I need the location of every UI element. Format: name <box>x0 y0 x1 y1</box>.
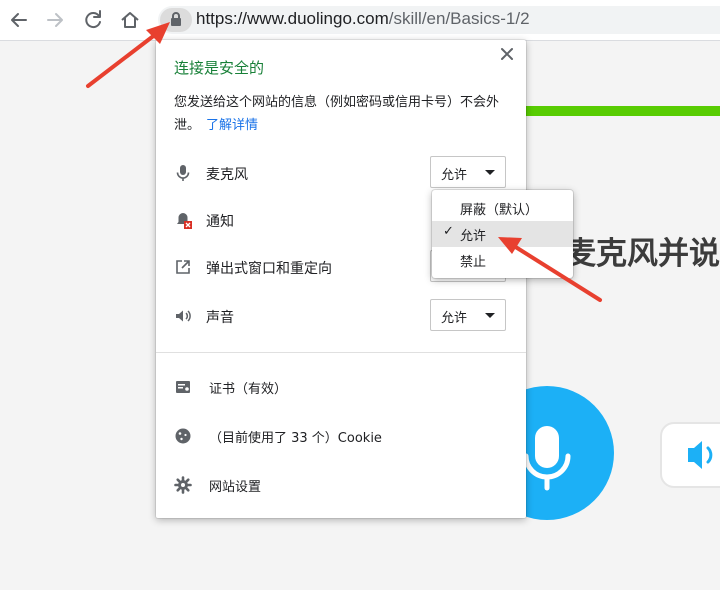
site-settings-row[interactable]: 网站设置 <box>156 467 526 503</box>
certificate-row[interactable]: 证书（有效） <box>156 369 526 405</box>
popup-icon <box>176 260 190 274</box>
url-text[interactable]: https://www.duolingo.com/skill/en/Basics… <box>196 9 530 29</box>
microphone-icon <box>176 165 190 181</box>
learn-more-link[interactable]: 了解详情 <box>206 118 258 133</box>
menu-option-deny[interactable]: 禁止 <box>432 247 573 273</box>
connection-secure-title: 连接是安全的 <box>174 59 265 77</box>
select-value: 允许 <box>441 168 468 183</box>
close-icon <box>501 48 513 60</box>
cookie-icon <box>175 428 191 444</box>
lesson-prompt: 麦克风并说 <box>565 236 720 272</box>
back-button[interactable] <box>6 7 32 33</box>
back-arrow-icon <box>11 13 27 27</box>
section-divider <box>156 352 526 353</box>
forward-button[interactable] <box>42 7 68 33</box>
menu-option-block-default[interactable]: 屏蔽（默认） <box>432 195 573 221</box>
close-button[interactable] <box>497 44 517 64</box>
permission-label: 弹出式窗口和重定向 <box>206 261 332 277</box>
permission-label: 麦克风 <box>206 167 248 183</box>
cookies-label: （目前使用了 33 个）Cookie <box>209 431 382 446</box>
permission-label: 通知 <box>206 214 234 230</box>
lock-icon <box>171 12 181 26</box>
settings-gear-icon <box>174 476 192 494</box>
browser-toolbar: https://www.duolingo.com/skill/en/Basics… <box>0 0 720 41</box>
select-value: 允许 <box>441 311 468 326</box>
security-description: 您发送给这个网站的信息（例如密码或信用卡号）不会外泄。 了解详情 <box>174 91 514 137</box>
home-icon <box>121 12 139 28</box>
reload-button[interactable] <box>80 7 106 33</box>
site-settings-label: 网站设置 <box>209 480 262 495</box>
chevron-down-icon <box>485 313 495 318</box>
option-label: 禁止 <box>460 255 487 270</box>
reload-icon <box>85 10 101 29</box>
home-button[interactable] <box>117 7 143 33</box>
lesson-progress-bar <box>520 106 720 116</box>
notification-permission-menu: 屏蔽（默认） ✓ 允许 禁止 <box>432 190 573 278</box>
menu-option-allow[interactable]: ✓ 允许 <box>432 221 573 247</box>
forward-arrow-icon <box>47 13 63 27</box>
speaker-icon <box>688 441 713 469</box>
microphone-permission-select[interactable]: 允许 <box>430 156 506 188</box>
site-info-button[interactable] <box>160 8 192 32</box>
notification-blocked-icon <box>177 213 192 229</box>
url-path: /skill/en/Basics-1/2 <box>388 9 530 28</box>
volume-icon <box>176 310 191 322</box>
cookies-row[interactable]: （目前使用了 33 个）Cookie <box>156 418 526 454</box>
option-label: 允许 <box>460 229 487 244</box>
permission-label: 声音 <box>206 310 234 326</box>
play-audio-button[interactable] <box>660 422 720 488</box>
permission-row-microphone: 麦克风 允许 <box>156 153 526 193</box>
option-label: 屏蔽（默认） <box>460 203 539 218</box>
chevron-down-icon <box>485 170 495 175</box>
certificate-icon <box>176 381 190 393</box>
certificate-label: 证书（有效） <box>209 382 288 397</box>
permission-row-sound: 声音 允许 <box>156 296 526 336</box>
checkmark-icon: ✓ <box>443 224 454 239</box>
url-host: https://www.duolingo.com <box>196 9 389 28</box>
site-info-popup: 连接是安全的 您发送给这个网站的信息（例如密码或信用卡号）不会外泄。 了解详情 麦… <box>156 40 526 518</box>
sound-permission-select[interactable]: 允许 <box>430 299 506 331</box>
